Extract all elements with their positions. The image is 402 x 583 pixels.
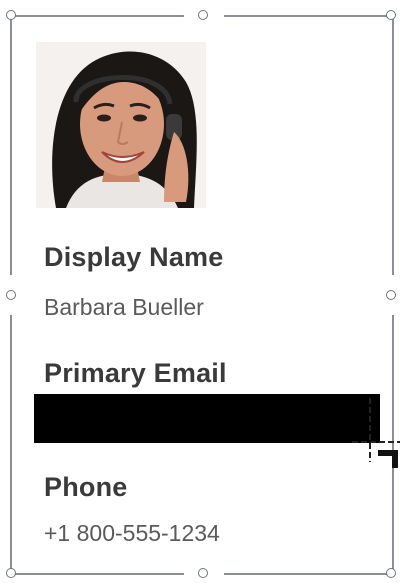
resize-handle-bottom-right[interactable]	[386, 568, 396, 578]
resize-handle-bottom-left[interactable]	[6, 568, 16, 578]
resize-handle-bottom[interactable]	[198, 568, 208, 578]
primary-email-label: Primary Email	[44, 358, 227, 388]
resize-handle-top-left[interactable]	[6, 10, 16, 20]
contact-card: Display Name Barbara Bueller Primary Ema…	[22, 24, 382, 564]
resize-handle-left[interactable]	[6, 290, 16, 300]
phone-label: Phone	[44, 472, 128, 502]
canvas: Display Name Barbara Bueller Primary Ema…	[0, 0, 402, 583]
display-name-value[interactable]: Barbara Bueller	[44, 294, 204, 321]
resize-handle-right[interactable]	[386, 290, 396, 300]
display-name-label: Display Name	[44, 242, 224, 272]
primary-email-redacted	[34, 394, 380, 443]
phone-value[interactable]: +1 800-555-1234	[44, 520, 220, 547]
avatar-photo	[36, 42, 206, 208]
avatar	[36, 42, 206, 208]
resize-handle-top-right[interactable]	[386, 10, 396, 20]
resize-crosshair-icon	[352, 398, 400, 468]
resize-handle-top[interactable]	[198, 10, 208, 20]
